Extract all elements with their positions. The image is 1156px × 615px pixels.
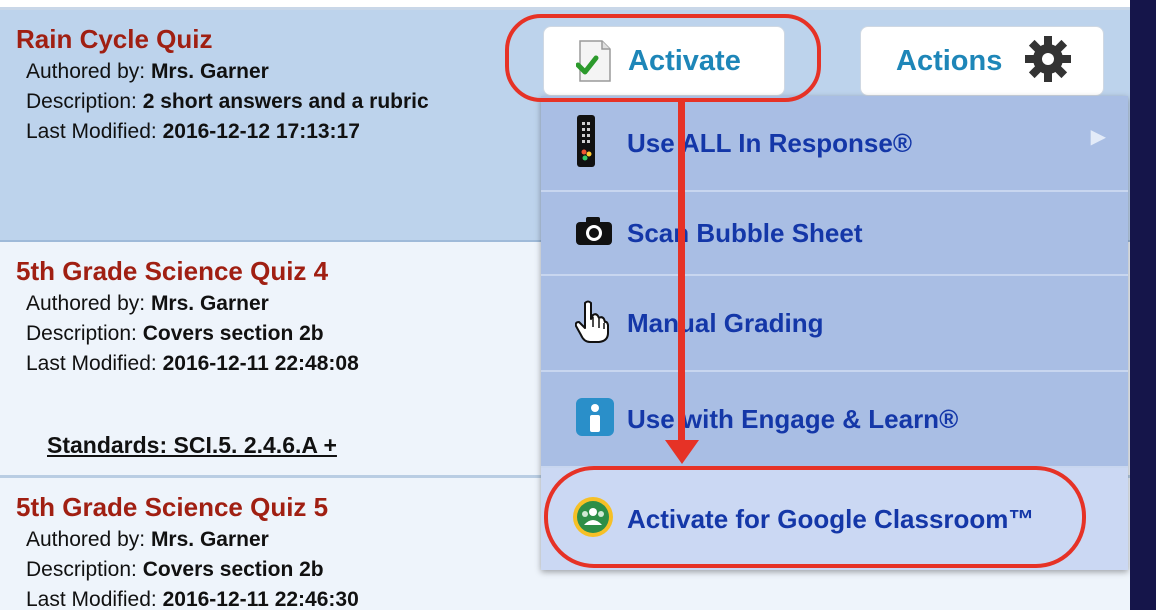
author-value: Mrs. Garner xyxy=(150,528,269,551)
description-label: Description: xyxy=(26,558,137,581)
actions-label: Actions xyxy=(896,44,1003,77)
arrow-annotation xyxy=(678,101,685,446)
menu-item-google-classroom[interactable]: Activate for Google Classroom™ xyxy=(541,468,1128,570)
author-value: Mrs. Garner xyxy=(150,60,269,83)
menu-item-engage-learn[interactable]: Use with Engage & Learn® xyxy=(541,372,1128,468)
menu-item-label: Scan Bubble Sheet xyxy=(627,217,863,248)
menu-item-manual-grading[interactable]: Manual Grading xyxy=(541,276,1128,372)
quiz-description: Description: 2 short answers and a rubri… xyxy=(26,87,446,117)
menu-item-label: Manual Grading xyxy=(627,307,824,338)
modified-value: 2016-12-12 17:13:17 xyxy=(162,120,360,143)
hand-pointer-icon xyxy=(574,299,609,348)
quiz-description: Description: Covers section 2b xyxy=(26,319,446,349)
menu-item-label: Activate for Google Classroom™ xyxy=(627,503,1035,534)
menu-item-label: Use with Engage & Learn® xyxy=(627,403,959,434)
actions-button[interactable]: Actions xyxy=(860,26,1104,96)
author-label: Authored by: xyxy=(26,60,146,83)
modified-value: 2016-12-11 22:48:08 xyxy=(162,352,359,375)
quiz-modified: Last Modified: 2016-12-11 22:46:30 xyxy=(26,585,446,615)
camera-icon xyxy=(575,216,613,251)
quiz-author: Authored by: Mrs. Garner xyxy=(26,289,446,319)
info-icon xyxy=(575,397,615,442)
quiz-author: Authored by: Mrs. Garner xyxy=(26,57,446,87)
activate-dropdown-menu: Use ALL In Response® ▶ Scan Bubble Sheet xyxy=(541,96,1128,570)
quiz-modified: Last Modified: 2016-12-11 22:48:08 xyxy=(26,349,446,379)
arrow-head-annotation xyxy=(665,440,699,464)
modified-label: Last Modified: xyxy=(26,352,157,375)
author-label: Authored by: xyxy=(26,292,146,315)
author-value: Mrs. Garner xyxy=(150,292,269,315)
modified-value: 2016-12-11 22:46:30 xyxy=(162,588,359,611)
menu-item-all-in-response[interactable]: Use ALL In Response® ▶ xyxy=(541,96,1128,192)
google-classroom-icon xyxy=(571,495,615,544)
gear-icon xyxy=(1022,33,1074,90)
modified-label: Last Modified: xyxy=(26,120,157,143)
modified-label: Last Modified: xyxy=(26,588,157,611)
description-value: Covers section 2b xyxy=(142,558,324,581)
activate-label: Activate xyxy=(628,44,741,77)
response-device-icon xyxy=(575,114,597,173)
document-check-icon xyxy=(575,39,614,83)
description-value: 2 short answers and a rubric xyxy=(142,90,429,113)
assessment-list: Rain Cycle Quiz Authored by: Mrs. Garner… xyxy=(0,0,1130,611)
activate-button[interactable]: Activate xyxy=(543,26,785,96)
quiz-modified: Last Modified: 2016-12-12 17:13:17 xyxy=(26,117,446,147)
author-label: Authored by: xyxy=(26,528,146,551)
description-label: Description: xyxy=(26,90,137,113)
menu-item-scan-bubble-sheet[interactable]: Scan Bubble Sheet xyxy=(541,192,1128,276)
window-edge xyxy=(1130,0,1156,610)
quiz-author: Authored by: Mrs. Garner xyxy=(26,525,446,555)
description-value: Covers section 2b xyxy=(142,322,324,345)
quiz-description: Description: Covers section 2b xyxy=(26,555,446,585)
top-border xyxy=(0,0,1130,10)
description-label: Description: xyxy=(26,322,137,345)
menu-item-label: Use ALL In Response® xyxy=(627,127,912,158)
submenu-arrow-icon: ▶ xyxy=(1090,126,1106,148)
standards-link[interactable]: Standards: SCI.5. 2.4.6.A + xyxy=(47,432,337,459)
